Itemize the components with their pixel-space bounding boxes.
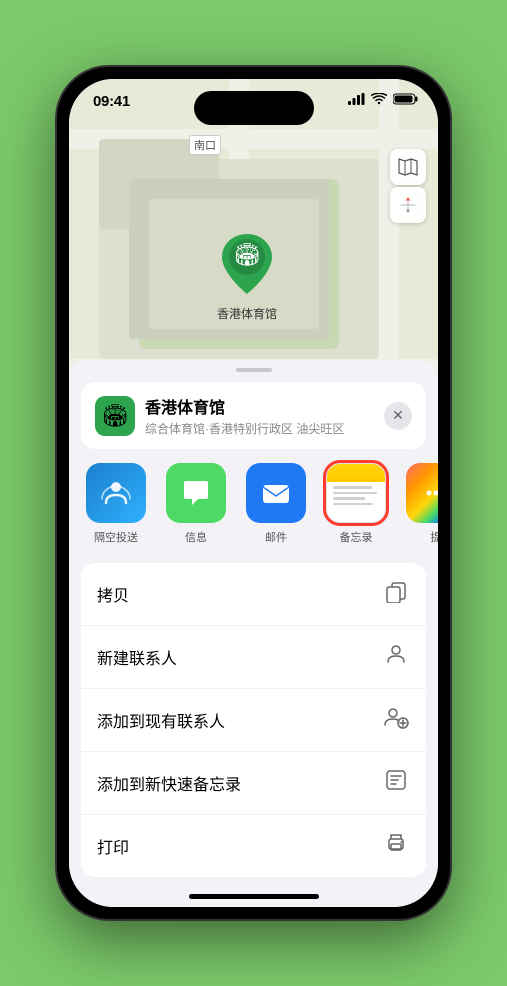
print-icon [382, 831, 410, 861]
venue-close-button[interactable]: ✕ [384, 402, 412, 430]
location-pin: 🏟 香港体育馆 [217, 229, 277, 322]
add-notes-label: 添加到新快速备忘录 [97, 771, 382, 795]
message-label: 信息 [185, 529, 207, 545]
add-existing-label: 添加到现有联系人 [97, 708, 382, 732]
more-dots-icon [422, 479, 438, 507]
venue-header: 🏟 香港体育馆 综合体育馆·香港特别行政区 油尖旺区 ✕ [81, 382, 426, 449]
action-add-existing[interactable]: 添加到现有联系人 [81, 689, 426, 752]
share-row: 隔空投送 信息 [69, 449, 438, 555]
phone-screen: 09:41 [69, 79, 438, 907]
copy-label: 拷贝 [97, 582, 382, 606]
action-print[interactable]: 打印 [81, 815, 426, 877]
wifi-icon [371, 93, 387, 105]
new-contact-icon [382, 642, 410, 672]
status-icons [348, 93, 418, 105]
add-notes-icon [382, 768, 410, 798]
action-copy[interactable]: 拷贝 [81, 563, 426, 626]
add-existing-icon [382, 705, 410, 735]
airdrop-icon-wrap [86, 463, 146, 523]
venue-name: 香港体育馆 [145, 394, 384, 418]
notes-label: 备忘录 [340, 529, 373, 545]
share-airdrop[interactable]: 隔空投送 [81, 463, 151, 545]
venue-icon: 🏟 [95, 396, 135, 436]
signal-icon [348, 93, 365, 105]
map-nankou-label: 南口 [189, 135, 221, 155]
new-contact-label: 新建联系人 [97, 645, 382, 669]
venue-subtitle: 综合体育馆·香港特别行政区 油尖旺区 [145, 420, 384, 437]
action-add-notes[interactable]: 添加到新快速备忘录 [81, 752, 426, 815]
mail-icon-wrap [246, 463, 306, 523]
sheet-handle [236, 368, 272, 372]
pin-svg: 🏟 [217, 229, 277, 299]
share-mail[interactable]: 邮件 [241, 463, 311, 545]
message-icon-wrap [166, 463, 226, 523]
bottom-sheet: 🏟 香港体育馆 综合体育馆·香港特别行政区 油尖旺区 ✕ [69, 360, 438, 907]
airdrop-label: 隔空投送 [94, 529, 138, 545]
mail-label: 邮件 [265, 529, 287, 545]
map-type-icon [398, 158, 418, 176]
airdrop-icon [98, 475, 134, 511]
print-label: 打印 [97, 834, 382, 858]
share-message[interactable]: 信息 [161, 463, 231, 545]
mail-icon [258, 475, 294, 511]
message-icon [178, 475, 214, 511]
compass-icon [399, 196, 417, 214]
home-indicator [189, 894, 319, 899]
share-more[interactable]: 提 [401, 463, 438, 545]
more-label: 提 [431, 529, 439, 545]
close-icon: ✕ [392, 407, 404, 424]
battery-icon [393, 93, 418, 105]
pin-label: 香港体育馆 [217, 305, 277, 322]
more-icon-wrap [406, 463, 438, 523]
action-new-contact[interactable]: 新建联系人 [81, 626, 426, 689]
dynamic-island [194, 91, 314, 125]
phone-frame: 09:41 [57, 67, 450, 919]
share-notes[interactable]: 备忘录 [321, 463, 391, 545]
status-time: 09:41 [93, 93, 130, 110]
notes-icon-wrap [326, 463, 386, 523]
action-list: 拷贝 新建联系人 [81, 563, 426, 877]
svg-text:🏟: 🏟 [233, 242, 261, 267]
map-type-button[interactable] [390, 149, 426, 185]
location-button[interactable] [390, 187, 426, 223]
copy-icon [382, 579, 410, 609]
venue-info: 香港体育馆 综合体育馆·香港特别行政区 油尖旺区 [145, 394, 384, 437]
map-controls[interactable] [390, 149, 426, 223]
